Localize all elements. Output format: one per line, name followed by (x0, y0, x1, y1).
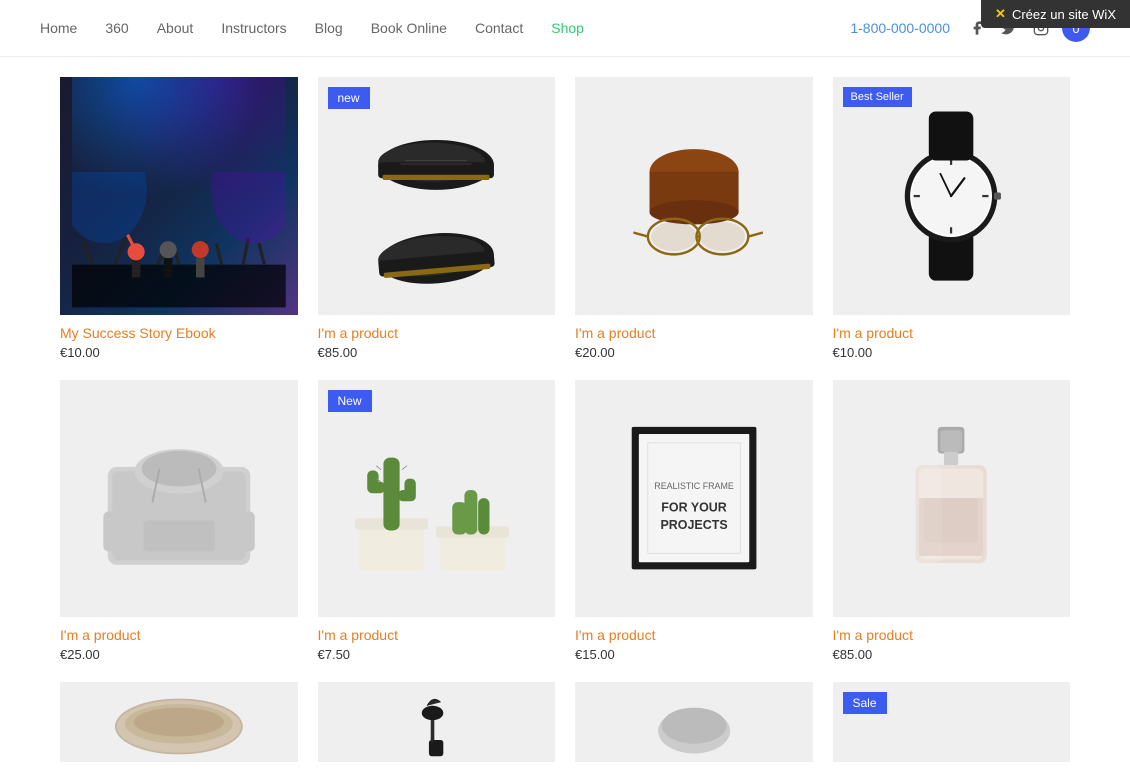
product-image-wrap-5 (60, 380, 298, 618)
product-title-6: I'm a product (318, 627, 556, 643)
watch-illustration (862, 107, 1040, 285)
wix-banner-text: Créez un site WiX (1012, 7, 1116, 22)
nav-shop[interactable]: Shop (551, 20, 584, 36)
bottom2-illustration (353, 686, 519, 758)
product-title-5: I'm a product (60, 627, 298, 643)
nav-about[interactable]: About (157, 20, 194, 36)
product-title-2: I'm a product (318, 325, 556, 341)
product-price-5: €25.00 (60, 647, 298, 662)
product-card-12[interactable]: Sale (833, 682, 1071, 762)
product-image-wrap-2: new (318, 77, 556, 315)
product-card-7[interactable]: REALISTIC FRAME FOR YOUR PROJECTS I'm a … (575, 380, 813, 663)
badge-new2: New (328, 390, 372, 412)
cactus-illustration (347, 409, 525, 587)
frame-illustration: REALISTIC FRAME FOR YOUR PROJECTS (605, 409, 783, 587)
product-card-3[interactable]: I'm a product €20.00 (575, 77, 813, 360)
product-card-11[interactable] (575, 682, 813, 762)
product-image-wrap-11 (575, 682, 813, 762)
main-nav: Home 360 About Instructors Blog Book Onl… (0, 0, 1130, 57)
badge-sale: Sale (843, 692, 887, 714)
product-image-wrap-10 (318, 682, 556, 762)
product-price-1: €10.00 (60, 345, 298, 360)
product-price-7: €15.00 (575, 647, 813, 662)
nav-phone: 1-800-000-0000 (850, 20, 950, 36)
product-image-wrap-6: New (318, 380, 556, 618)
product-card-6[interactable]: New (318, 380, 556, 663)
product-title-1: My Success Story Ebook (60, 325, 298, 341)
product-price-4: €10.00 (833, 345, 1071, 360)
product-price-8: €85.00 (833, 647, 1071, 662)
badge-best-seller: Best Seller (843, 87, 912, 107)
svg-text:FOR YOUR: FOR YOUR (661, 501, 727, 515)
product-image-wrap-4: Best Seller (833, 77, 1071, 315)
svg-text:REALISTIC FRAME: REALISTIC FRAME (654, 481, 734, 491)
nav-home[interactable]: Home (40, 20, 77, 36)
product-card-2[interactable]: new I'm a product €85.00 (318, 77, 556, 360)
product-image-wrap-8 (833, 380, 1071, 618)
product-card-10[interactable] (318, 682, 556, 762)
hoodie-illustration (90, 409, 268, 587)
wix-close-icon: ✕ (995, 6, 1006, 22)
nav-instructors[interactable]: Instructors (221, 20, 286, 36)
nav-links: Home 360 About Instructors Blog Book Onl… (40, 20, 850, 36)
product-grid: My Success Story Ebook €10.00 new (0, 57, 1130, 782)
perfume-illustration (862, 409, 1040, 587)
product-image-wrap-3 (575, 77, 813, 315)
svg-text:PROJECTS: PROJECTS (660, 518, 727, 532)
product-image-wrap-7: REALISTIC FRAME FOR YOUR PROJECTS (575, 380, 813, 618)
bottom1-illustration (72, 686, 286, 758)
wix-banner[interactable]: ✕ Créez un site WiX (981, 0, 1130, 28)
nav-360[interactable]: 360 (105, 20, 128, 36)
product-title-7: I'm a product (575, 627, 813, 643)
product-price-2: €85.00 (318, 345, 556, 360)
nav-book-online[interactable]: Book Online (371, 20, 447, 36)
product-price-3: €20.00 (575, 345, 813, 360)
product-card-8[interactable]: I'm a product €85.00 (833, 380, 1071, 663)
product-title-4: I'm a product (833, 325, 1071, 341)
product-image-wrap-9 (60, 682, 298, 762)
nav-blog[interactable]: Blog (315, 20, 343, 36)
product-card-1[interactable]: My Success Story Ebook €10.00 (60, 77, 298, 360)
product-price-6: €7.50 (318, 647, 556, 662)
product-title-8: I'm a product (833, 627, 1071, 643)
bottom3-illustration (611, 686, 777, 758)
product-image-wrap-12: Sale (833, 682, 1071, 762)
product-title-3: I'm a product (575, 325, 813, 341)
glasses-illustration (605, 107, 783, 285)
nav-contact[interactable]: Contact (475, 20, 523, 36)
product-image-wrap-1 (60, 77, 298, 315)
shoes-illustration (347, 107, 525, 285)
product-card-4[interactable]: Best Seller I'm (833, 77, 1071, 360)
product-card-9[interactable] (60, 682, 298, 762)
badge-new: new (328, 87, 370, 109)
product-card-5[interactable]: I'm a product €25.00 (60, 380, 298, 663)
